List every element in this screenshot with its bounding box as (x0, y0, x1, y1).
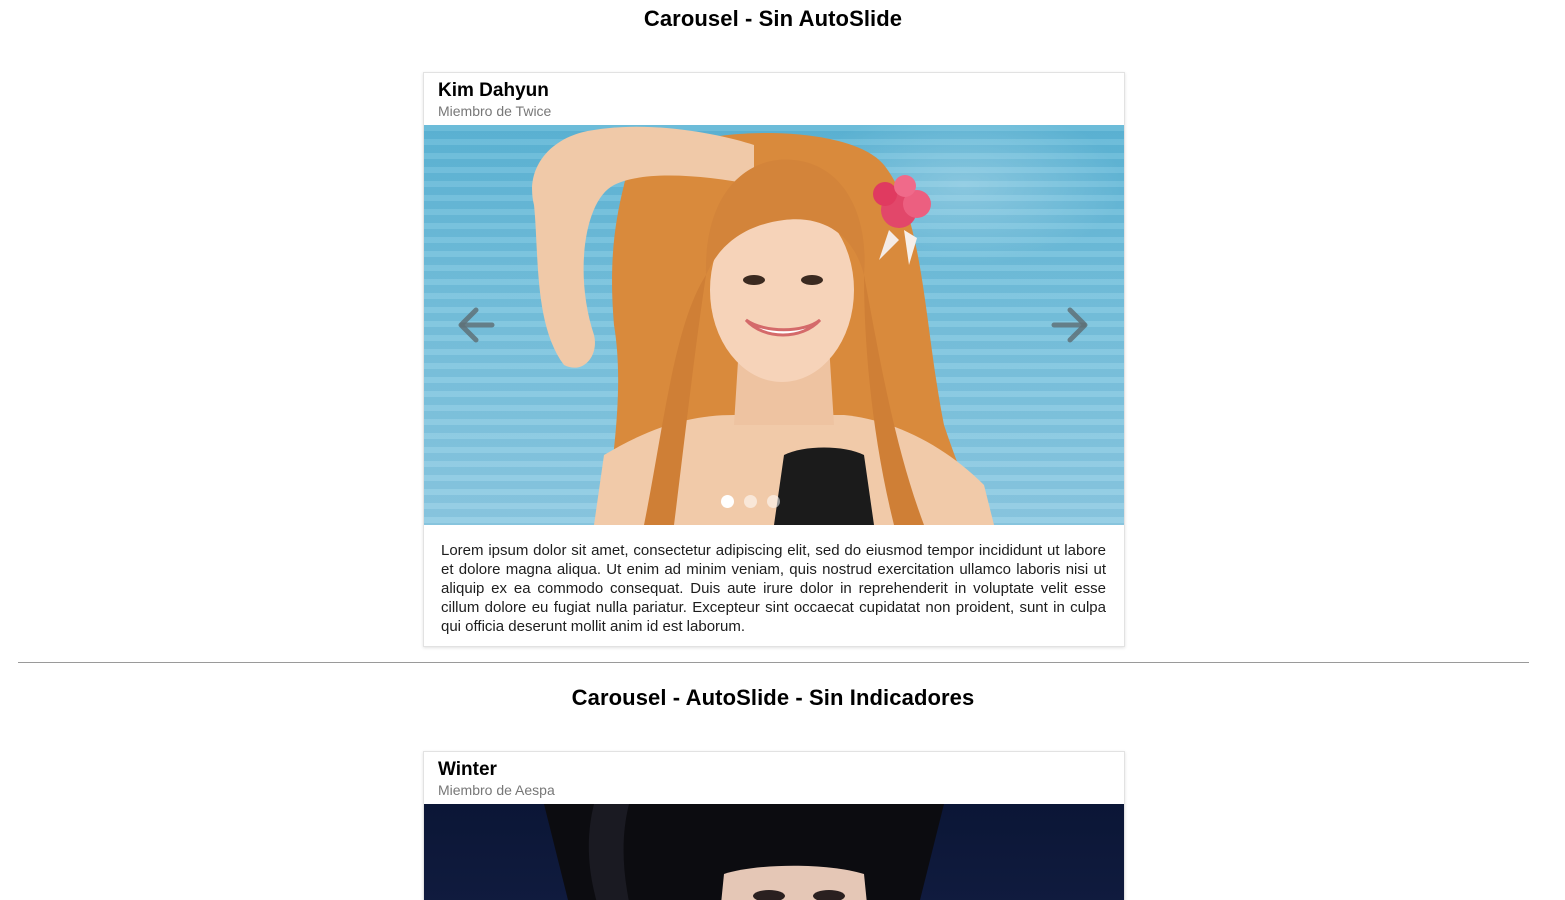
indicator-dot-3[interactable] (766, 495, 780, 508)
portrait-illustration (532, 126, 994, 525)
carousel-card-dahyun: Kim Dahyun Miembro de Twice Lorem ipsum … (423, 72, 1125, 647)
carousel-next-button[interactable] (1048, 303, 1092, 347)
carousel-slide[interactable] (424, 125, 1124, 525)
section-title-autoslide-sin-indicadores: Carousel - AutoSlide - Sin Indicadores (571, 685, 975, 710)
portrait-illustration (544, 804, 944, 900)
carousel-indicators (424, 495, 1124, 508)
card-name: Kim Dahyun (438, 80, 549, 101)
card-description: Lorem ipsum dolor sit amet, consectetur … (441, 542, 1106, 635)
arrow-left-icon (458, 307, 495, 343)
section-title-sin-autoslide: Carousel - Sin AutoSlide (643, 6, 903, 31)
card-name: Winter (438, 759, 497, 780)
card-header: Winter Miembro de Aespa (424, 752, 1124, 804)
slide-photo (424, 125, 1124, 525)
card-subtitle: Miembro de Twice (438, 103, 552, 119)
page: Carousel - Sin AutoSlide Kim Dahyun Miem… (0, 0, 1565, 900)
card-header: Kim Dahyun Miembro de Twice (424, 73, 1124, 125)
carousel-slide[interactable] (424, 804, 1124, 900)
section-divider (18, 662, 1529, 663)
indicator-dot-1[interactable] (720, 495, 734, 508)
carousel-card-winter: Winter Miembro de Aespa (423, 751, 1125, 900)
carousel-prev-button[interactable] (454, 303, 498, 347)
arrow-right-icon (1051, 307, 1088, 343)
card-subtitle: Miembro de Aespa (438, 782, 555, 798)
indicator-dot-2[interactable] (743, 495, 757, 508)
